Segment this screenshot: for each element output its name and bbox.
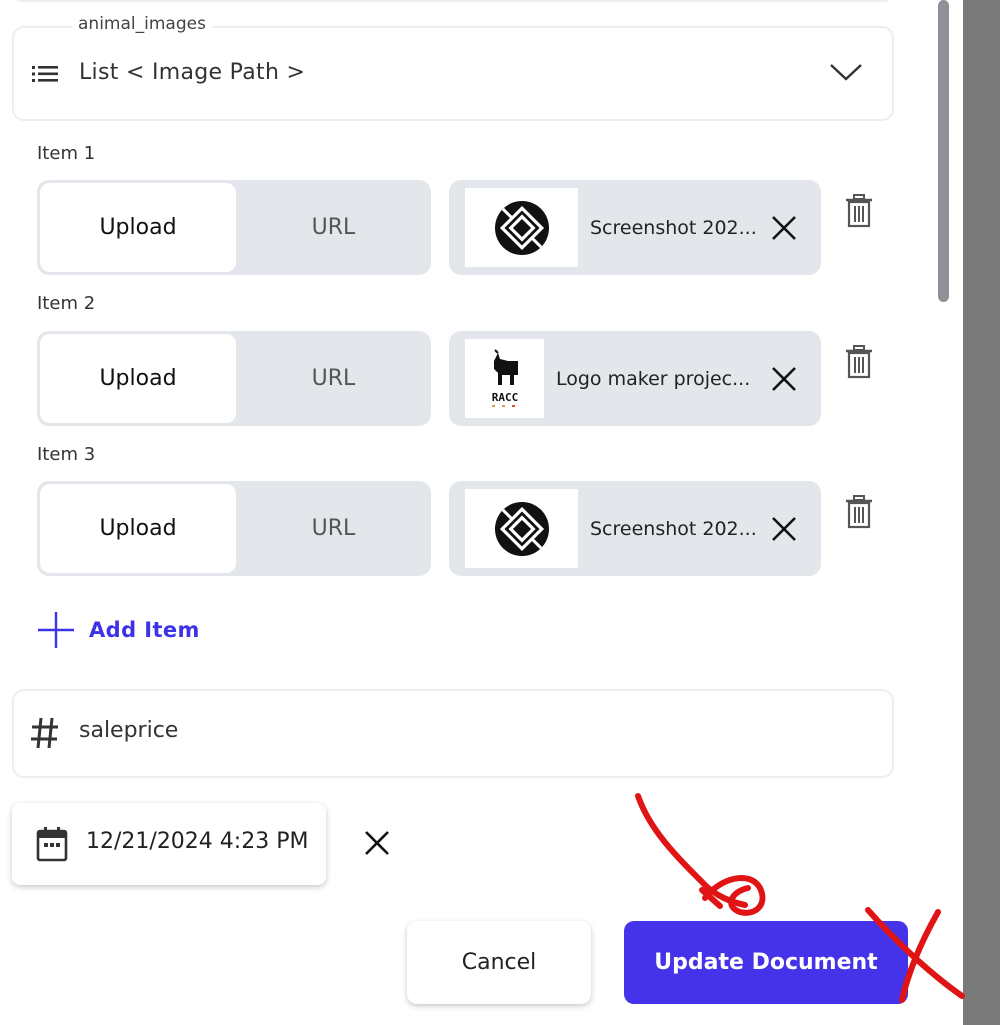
item-label: Item 1 [37, 143, 96, 164]
file-chip: Screenshot 202... [449, 481, 821, 576]
date-value: 12/21/2024 4:23 PM [86, 829, 309, 854]
list-field-title: List < Image Path > [79, 60, 306, 85]
goat-logo-icon: RACC [491, 348, 518, 407]
remove-file-icon[interactable] [769, 364, 799, 394]
clear-date-icon[interactable] [362, 828, 392, 858]
url-tab[interactable]: URL [236, 180, 431, 275]
add-item-label: Add Item [89, 618, 200, 642]
geometric-logo-icon [494, 501, 549, 556]
file-name: Screenshot 202... [590, 517, 757, 540]
upload-tab[interactable]: Upload [40, 334, 236, 423]
item-label: Item 2 [37, 293, 96, 314]
trash-icon[interactable] [845, 345, 873, 379]
image-thumbnail [465, 188, 578, 267]
chevron-down-icon[interactable] [828, 60, 864, 84]
source-toggle[interactable]: Upload URL [37, 481, 431, 576]
plus-icon [38, 612, 74, 648]
cancel-button[interactable]: Cancel [407, 921, 591, 1004]
upload-tab[interactable]: Upload [40, 484, 236, 573]
saleprice-label: saleprice [79, 718, 179, 743]
file-name: Logo maker projec... [556, 367, 751, 390]
trash-icon[interactable] [845, 194, 873, 228]
geometric-logo-icon [494, 200, 549, 255]
calendar-icon [36, 827, 68, 862]
goat-logo-text: RACC [491, 391, 518, 404]
url-tab[interactable]: URL [236, 331, 431, 426]
image-thumbnail [465, 489, 578, 568]
trash-icon[interactable] [845, 495, 873, 529]
add-item-button[interactable]: Add Item [37, 610, 200, 650]
upload-tab[interactable]: Upload [40, 183, 236, 272]
source-toggle[interactable]: Upload URL [37, 331, 431, 426]
hash-icon [31, 717, 58, 749]
remove-file-icon[interactable] [769, 213, 799, 243]
update-document-button[interactable]: Update Document [624, 921, 908, 1004]
list-field-legend: animal_images [72, 14, 212, 34]
list-icon [32, 66, 58, 82]
remove-file-icon[interactable] [769, 514, 799, 544]
scrollbar-thumb[interactable] [938, 0, 949, 302]
file-chip: RACC Logo maker projec... [449, 331, 821, 426]
source-toggle[interactable]: Upload URL [37, 180, 431, 275]
file-chip: Screenshot 202... [449, 180, 821, 275]
image-thumbnail: RACC [465, 339, 544, 418]
side-overlay [963, 0, 1000, 1025]
item-label: Item 3 [37, 444, 96, 465]
file-name: Screenshot 202... [590, 216, 757, 239]
previous-field-border [12, 0, 894, 2]
url-tab[interactable]: URL [236, 481, 431, 576]
